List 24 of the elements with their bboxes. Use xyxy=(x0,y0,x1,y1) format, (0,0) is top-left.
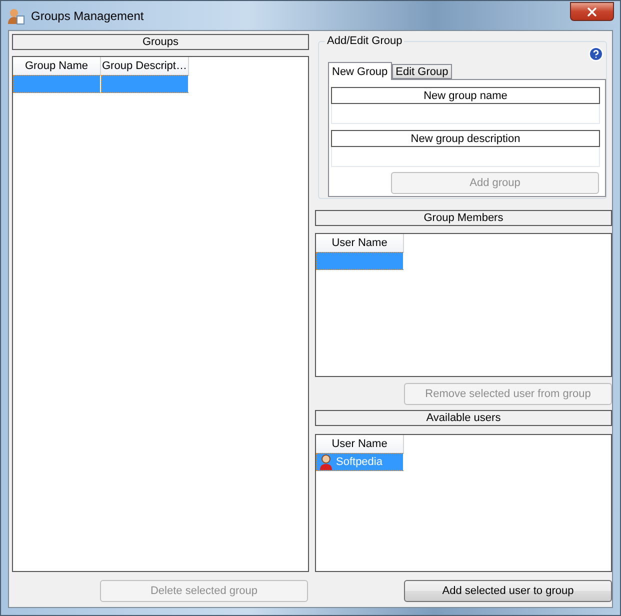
field-label: New group description xyxy=(331,130,600,147)
window-title: Groups Management xyxy=(31,8,145,22)
close-icon xyxy=(585,4,599,18)
group-box-title: Add/Edit Group xyxy=(325,35,404,47)
app-icon xyxy=(7,6,25,24)
section-header: Groups xyxy=(12,34,309,50)
section-header: Group Members xyxy=(315,210,612,226)
section-header: Available users xyxy=(315,410,612,426)
table-cell[interactable] xyxy=(101,75,189,93)
table-cell[interactable] xyxy=(13,75,101,93)
column-header[interactable]: Group Name xyxy=(13,57,101,75)
input-field[interactable] xyxy=(331,147,600,167)
add-user-button[interactable]: Add selected user to group xyxy=(404,580,612,602)
tab[interactable]: New Group xyxy=(328,62,392,80)
column-header[interactable]: User Name xyxy=(316,234,404,252)
close-button[interactable] xyxy=(570,2,614,21)
field-label: New group name xyxy=(331,87,600,104)
user-icon xyxy=(319,454,333,470)
input-field[interactable] xyxy=(331,104,600,124)
tab[interactable]: Edit Group xyxy=(392,64,452,79)
column-header[interactable]: User Name xyxy=(316,435,404,453)
help-icon[interactable] xyxy=(588,46,604,62)
table-cell[interactable] xyxy=(316,252,404,270)
column-header[interactable]: Group Descript… xyxy=(101,57,189,75)
